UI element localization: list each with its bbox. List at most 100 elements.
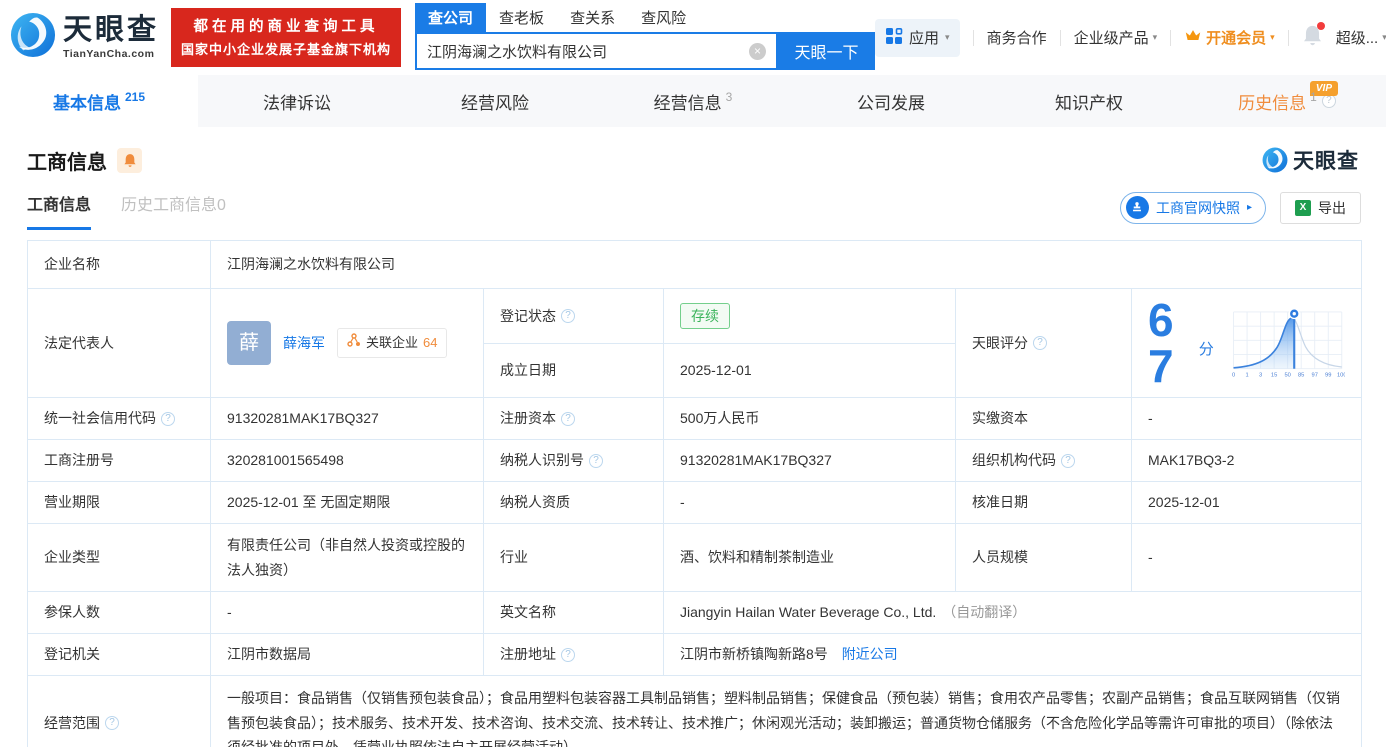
english-name-value: Jiangyin Hailan Water Beverage Co., Ltd.…: [664, 592, 1362, 634]
company-type-label: 企业类型: [28, 524, 211, 592]
tab-legal-lawsuits-label: 法律诉讼: [263, 89, 331, 114]
search-tab-company[interactable]: 查公司: [415, 3, 486, 32]
menu-enterprise-product[interactable]: 企业级产品 ▾: [1074, 27, 1158, 48]
help-icon[interactable]: ?: [1061, 454, 1075, 468]
search-button[interactable]: 天眼一下: [778, 32, 875, 70]
score-unit: 分: [1199, 337, 1214, 363]
table-row: 经营范围? 一般项目：食品销售（仅销售预包装食品）；食品用塑料包装容器工具制品销…: [28, 676, 1362, 747]
tab-operation-risk[interactable]: 经营风险: [396, 75, 594, 127]
svg-text:15: 15: [1271, 373, 1277, 379]
reg-capital-value: 500万人民币: [664, 398, 956, 440]
tab-legal-lawsuits[interactable]: 法律诉讼: [198, 75, 396, 127]
reg-address-value: 江阴市新桥镇陶新路8号 附近公司: [664, 634, 1362, 676]
open-vip-label: 开通会员: [1206, 27, 1266, 48]
super-vip-label: 超级...: [1336, 27, 1379, 48]
chevron-down-icon: ▾: [1270, 32, 1275, 43]
related-companies-badge[interactable]: 关联企业 64: [337, 328, 447, 359]
arrow-right-icon: ▸: [1247, 202, 1252, 213]
legal-rep-label: 法定代表人: [28, 289, 211, 398]
section-header: 工商信息 天眼查: [0, 127, 1386, 179]
subtab-history-business-info[interactable]: 历史工商信息0: [121, 191, 226, 230]
reg-status-label-text: 登记状态: [500, 304, 556, 329]
tab-history-info-count: 1: [1310, 90, 1317, 104]
promo-banner-line1: 都在用的商业查询工具: [181, 15, 391, 40]
help-icon[interactable]: ?: [561, 648, 575, 662]
svg-text:50: 50: [1284, 373, 1290, 379]
related-companies-label: 关联企业: [366, 332, 418, 355]
clear-search-icon[interactable]: ×: [749, 43, 766, 60]
staff-size-value: -: [1132, 524, 1362, 592]
subscribe-bell-icon[interactable]: [117, 148, 142, 173]
menu-super-vip[interactable]: 超级... ▾: [1336, 27, 1386, 48]
tianyancha-logo[interactable]: 天眼查 TianYanCha.com: [10, 12, 159, 63]
tab-operation-risk-label: 经营风险: [461, 89, 529, 114]
english-name-label: 英文名称: [484, 592, 664, 634]
tab-operation-info[interactable]: 经营信息 3: [594, 75, 792, 127]
legal-rep-link[interactable]: 薛海军: [283, 331, 325, 356]
tab-intellectual-property[interactable]: 知识产权: [990, 75, 1188, 127]
tab-basic-info-label: 基本信息: [53, 89, 121, 114]
help-icon[interactable]: ?: [561, 412, 575, 426]
notification-dot: [1317, 22, 1325, 30]
credit-code-label: 统一社会信用代码?: [28, 398, 211, 440]
apps-label: 应用: [909, 27, 939, 48]
watermark-brand-name: 天眼查: [1293, 145, 1359, 175]
top-menu: 应用 ▾ 商务合作 企业级产品 ▾ 开通会员 ▾ 超级... ▾: [875, 19, 1386, 57]
svg-text:0: 0: [1232, 373, 1235, 379]
legal-rep-cell: 薛 薛海军 关联企业 64: [211, 289, 484, 398]
svg-text:85: 85: [1298, 373, 1304, 379]
chevron-down-icon: ▾: [1153, 32, 1158, 43]
tyc-score-cell[interactable]: 67 分: [1132, 289, 1362, 398]
divider: [1060, 30, 1061, 46]
company-name-label: 企业名称: [28, 241, 211, 289]
stamp-icon: [1126, 196, 1149, 219]
tyc-score-label-text: 天眼评分: [972, 331, 1028, 356]
nearby-companies-link[interactable]: 附近公司: [842, 646, 898, 662]
menu-open-vip[interactable]: 开通会员 ▾: [1184, 27, 1275, 48]
help-icon[interactable]: ?: [1322, 94, 1336, 108]
business-term-value: 2025-12-01 至 无固定期限: [211, 482, 484, 524]
help-icon[interactable]: ?: [161, 412, 175, 426]
tab-basic-info[interactable]: 基本信息 215: [0, 75, 198, 127]
tianyancha-watermark-logo: 天眼查: [1262, 145, 1359, 175]
tianyancha-logo-icon: [10, 12, 56, 63]
company-nav-tabs: 基本信息 215 法律诉讼 经营风险 经营信息 3 公司发展 知识产权 VIP …: [0, 75, 1386, 127]
taxpayer-id-label: 纳税人识别号?: [484, 440, 664, 482]
paid-capital-value: -: [1132, 398, 1362, 440]
top-header: 天眼查 TianYanCha.com 都在用的商业查询工具 国家中小企业发展子基…: [0, 0, 1386, 75]
section-title: 工商信息: [27, 146, 107, 175]
establish-date-label: 成立日期: [484, 343, 664, 398]
help-icon[interactable]: ?: [561, 309, 575, 323]
export-button[interactable]: X 导出: [1280, 192, 1361, 224]
search-tab-relation[interactable]: 查关系: [557, 3, 628, 32]
taxpayer-quality-label: 纳税人资质: [484, 482, 664, 524]
legal-rep-avatar[interactable]: 薛: [227, 321, 271, 365]
reg-status-label: 登记状态?: [484, 289, 664, 344]
search-type-tabs: 查公司 查老板 查关系 查风险: [415, 5, 875, 32]
official-snapshot-button[interactable]: 工商官网快照 ▸: [1120, 192, 1266, 224]
business-scope-label: 经营范围?: [28, 676, 211, 747]
subtab-history-label: 历史工商信息: [121, 197, 217, 214]
crown-icon: [1184, 28, 1202, 47]
tab-history-info[interactable]: VIP 历史信息 1 ?: [1188, 75, 1386, 127]
search-tab-boss[interactable]: 查老板: [486, 3, 557, 32]
table-row: 企业类型 有限责任公司（非自然人投资或控股的法人独资） 行业 酒、饮料和精制茶制…: [28, 524, 1362, 592]
help-icon[interactable]: ?: [105, 716, 119, 730]
tab-basic-info-count: 215: [125, 90, 145, 104]
notification-bell-icon[interactable]: [1302, 24, 1323, 51]
search-tab-risk[interactable]: 查风险: [628, 3, 699, 32]
apps-menu[interactable]: 应用 ▾: [875, 19, 960, 57]
search-input[interactable]: [417, 43, 749, 60]
score-value: 67: [1148, 297, 1193, 389]
tab-company-development[interactable]: 公司发展: [792, 75, 990, 127]
company-name-value: 江阴海澜之水饮料有限公司: [211, 241, 1362, 289]
svg-text:1: 1: [1245, 373, 1248, 379]
help-icon[interactable]: ?: [589, 454, 603, 468]
tab-operation-info-count: 3: [726, 90, 733, 104]
staff-size-label: 人员规模: [956, 524, 1132, 592]
subtab-business-info[interactable]: 工商信息: [27, 191, 91, 230]
table-row: 登记机关 江阴市数据局 注册地址? 江阴市新桥镇陶新路8号 附近公司: [28, 634, 1362, 676]
menu-business-coop[interactable]: 商务合作: [987, 27, 1047, 48]
help-icon[interactable]: ?: [1033, 336, 1047, 350]
industry-value: 酒、饮料和精制茶制造业: [664, 524, 956, 592]
